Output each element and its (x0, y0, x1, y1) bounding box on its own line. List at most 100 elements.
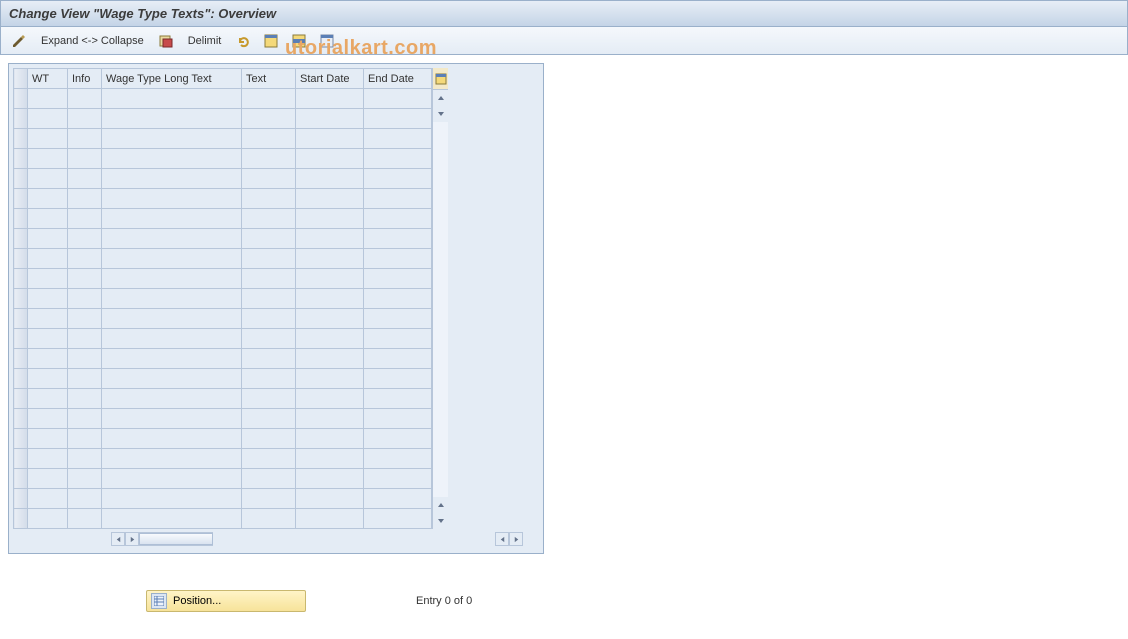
row-selector[interactable] (14, 269, 28, 289)
table-row[interactable] (14, 89, 432, 109)
grid-cell[interactable] (102, 289, 242, 309)
grid-cell[interactable] (28, 189, 68, 209)
table-row[interactable] (14, 409, 432, 429)
grid-cell[interactable] (296, 409, 364, 429)
grid-cell[interactable] (68, 129, 102, 149)
grid-cell[interactable] (68, 329, 102, 349)
grid-cell[interactable] (28, 389, 68, 409)
grid-cell[interactable] (364, 129, 432, 149)
grid-cell[interactable] (68, 409, 102, 429)
grid-cell[interactable] (364, 149, 432, 169)
row-selector[interactable] (14, 489, 28, 509)
row-header-corner[interactable] (14, 69, 28, 89)
grid-cell[interactable] (364, 489, 432, 509)
grid-cell[interactable] (28, 429, 68, 449)
row-selector[interactable] (14, 249, 28, 269)
table-row[interactable] (14, 289, 432, 309)
grid-cell[interactable] (102, 489, 242, 509)
table-row[interactable] (14, 209, 432, 229)
grid-cell[interactable] (242, 429, 296, 449)
row-selector[interactable] (14, 109, 28, 129)
row-selector[interactable] (14, 209, 28, 229)
col-header-text[interactable]: Text (242, 69, 296, 89)
table-row[interactable] (14, 109, 432, 129)
vscroll-track[interactable] (433, 122, 448, 497)
row-selector[interactable] (14, 329, 28, 349)
grid-cell[interactable] (364, 229, 432, 249)
grid-cell[interactable] (28, 109, 68, 129)
grid-cell[interactable] (296, 389, 364, 409)
grid-cell[interactable] (68, 429, 102, 449)
row-selector[interactable] (14, 169, 28, 189)
row-selector[interactable] (14, 189, 28, 209)
grid-cell[interactable] (68, 229, 102, 249)
hscroll-track[interactable] (139, 532, 213, 546)
grid-cell[interactable] (28, 89, 68, 109)
grid-cell[interactable] (364, 249, 432, 269)
table-row[interactable] (14, 249, 432, 269)
grid-cell[interactable] (102, 229, 242, 249)
grid-cell[interactable] (68, 309, 102, 329)
grid-cell[interactable] (296, 309, 364, 329)
hscroll-thumb[interactable] (139, 533, 213, 545)
grid-cell[interactable] (242, 409, 296, 429)
grid-cell[interactable] (364, 349, 432, 369)
grid-cell[interactable] (364, 209, 432, 229)
grid-cell[interactable] (68, 109, 102, 129)
row-selector[interactable] (14, 229, 28, 249)
grid-cell[interactable] (102, 309, 242, 329)
grid-cell[interactable] (102, 389, 242, 409)
hscroll-right-right-button[interactable] (509, 532, 523, 546)
row-selector[interactable] (14, 369, 28, 389)
table-row[interactable] (14, 369, 432, 389)
grid-cell[interactable] (364, 449, 432, 469)
row-selector[interactable] (14, 309, 28, 329)
grid-cell[interactable] (102, 369, 242, 389)
grid-cell[interactable] (28, 329, 68, 349)
select-all-button[interactable] (259, 31, 283, 51)
grid-cell[interactable] (242, 229, 296, 249)
grid-cell[interactable] (28, 249, 68, 269)
grid-cell[interactable] (102, 349, 242, 369)
select-block-button[interactable] (287, 31, 311, 51)
grid-cell[interactable] (364, 389, 432, 409)
grid-cell[interactable] (242, 389, 296, 409)
table-row[interactable] (14, 489, 432, 509)
expand-collapse-button[interactable]: Expand <-> Collapse (35, 31, 150, 51)
grid-cell[interactable] (68, 509, 102, 529)
grid-cell[interactable] (364, 189, 432, 209)
table-settings-button[interactable] (433, 68, 448, 90)
grid-cell[interactable] (296, 509, 364, 529)
grid-cell[interactable] (364, 109, 432, 129)
grid-cell[interactable] (242, 169, 296, 189)
table-row[interactable] (14, 449, 432, 469)
grid-cell[interactable] (296, 229, 364, 249)
col-header-long[interactable]: Wage Type Long Text (102, 69, 242, 89)
grid-cell[interactable] (296, 429, 364, 449)
grid-cell[interactable] (102, 329, 242, 349)
col-header-wt[interactable]: WT (28, 69, 68, 89)
grid-cell[interactable] (242, 449, 296, 469)
grid-cell[interactable] (28, 489, 68, 509)
table-row[interactable] (14, 129, 432, 149)
hscroll-right-button[interactable] (125, 532, 139, 546)
table-row[interactable] (14, 309, 432, 329)
delimit-button[interactable]: Delimit (182, 31, 228, 51)
grid-cell[interactable] (296, 149, 364, 169)
row-selector[interactable] (14, 409, 28, 429)
row-selector[interactable] (14, 469, 28, 489)
row-selector[interactable] (14, 389, 28, 409)
hscroll-left-right-button[interactable] (495, 532, 509, 546)
grid-cell[interactable] (296, 269, 364, 289)
grid-cell[interactable] (28, 149, 68, 169)
grid-cell[interactable] (296, 209, 364, 229)
row-selector[interactable] (14, 349, 28, 369)
table-row[interactable] (14, 149, 432, 169)
scroll-up-bottom-button[interactable] (433, 497, 448, 513)
grid-cell[interactable] (28, 409, 68, 429)
grid-cell[interactable] (68, 249, 102, 269)
table-row[interactable] (14, 229, 432, 249)
table-row[interactable] (14, 269, 432, 289)
grid-cell[interactable] (102, 449, 242, 469)
grid-cell[interactable] (364, 429, 432, 449)
